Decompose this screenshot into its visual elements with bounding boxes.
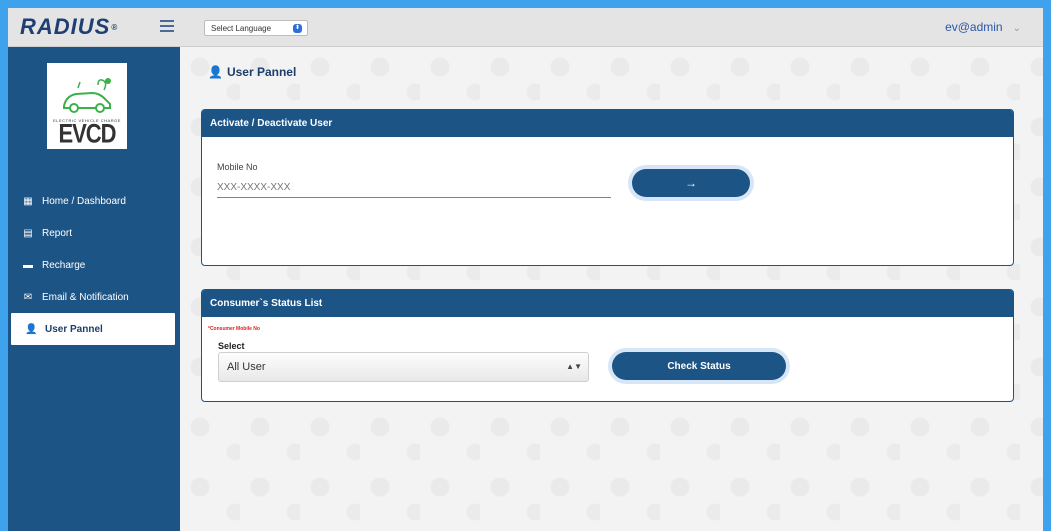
sidebar-item-dashboard[interactable]: ▦ Home / Dashboard	[8, 185, 180, 217]
chevron-down-icon: ⌄	[1013, 23, 1021, 34]
sidebar-item-label: Home / Dashboard	[42, 196, 126, 207]
submit-arrow-button[interactable]: →	[632, 169, 750, 197]
language-select-label: Select Language	[211, 24, 271, 33]
electric-car-icon	[58, 76, 116, 116]
user-name: ev@admin	[945, 20, 1003, 34]
logo-registered-mark: ®	[111, 23, 118, 32]
main-content: 👤 User Pannel Activate / Deactivate User…	[180, 47, 1043, 531]
arrow-right-icon: →	[685, 176, 697, 190]
user-type-select[interactable]: All User ▲▼	[218, 352, 589, 382]
sidebar-item-label: User Pannel	[45, 324, 103, 335]
mobile-number-input[interactable]	[217, 177, 611, 198]
hamburger-menu-icon[interactable]	[160, 19, 174, 33]
dashboard-icon: ▦	[22, 196, 34, 207]
sidebar-item-recharge[interactable]: ▬ Recharge	[8, 249, 180, 281]
sidebar-item-label: Email & Notification	[42, 292, 129, 303]
sidebar-item-label: Recharge	[42, 260, 85, 271]
card-icon: ▬	[22, 260, 34, 271]
language-select[interactable]: Select Language ⬍	[204, 20, 308, 36]
select-label: Select	[218, 341, 245, 351]
card-title: Consumer`s Status List	[202, 290, 1013, 317]
top-bar: RADIUS® Select Language ⬍ ev@admin ⌄	[8, 8, 1043, 47]
logo-brand: EVCD	[58, 121, 115, 147]
sidebar-item-email-notification[interactable]: ✉ Email & Notification	[8, 281, 180, 313]
sidebar-item-report[interactable]: ▤ Report	[8, 217, 180, 249]
sidebar-item-label: Report	[42, 228, 72, 239]
mobile-label: Mobile No	[217, 162, 258, 172]
envelope-icon: ✉	[22, 292, 34, 303]
sidebar-item-user-pannel[interactable]: 👤 User Pannel	[11, 313, 175, 345]
consumer-status-card: Consumer`s Status List *Consumer Mobile …	[201, 289, 1014, 402]
sidebar: ELECTRIC VEHICLE CHARGE EVCD ▦ Home / Da…	[8, 47, 180, 531]
user-icon: 👤	[208, 65, 223, 79]
check-status-button[interactable]: Check Status	[612, 352, 786, 380]
select-arrows-icon: ⬍	[293, 24, 302, 33]
user-icon: 👤	[25, 324, 37, 335]
logo-text: RADIUS	[20, 14, 110, 40]
card-title: Activate / Deactivate User	[202, 110, 1013, 137]
report-icon: ▤	[22, 228, 34, 239]
activate-user-card: Activate / Deactivate User Mobile No →	[201, 109, 1014, 266]
page-title: 👤 User Pannel	[208, 65, 296, 79]
page-title-text: User Pannel	[227, 65, 296, 79]
select-arrows-icon: ▲▼	[566, 353, 582, 381]
required-note: *Consumer Mobile No	[208, 326, 260, 332]
select-value: All User	[227, 361, 266, 373]
sidebar-nav: ▦ Home / Dashboard ▤ Report ▬ Recharge ✉…	[8, 185, 180, 345]
radius-logo[interactable]: RADIUS®	[20, 15, 118, 39]
user-menu[interactable]: ev@admin ⌄	[945, 20, 1021, 34]
evcd-logo: ELECTRIC VEHICLE CHARGE EVCD	[47, 63, 127, 149]
